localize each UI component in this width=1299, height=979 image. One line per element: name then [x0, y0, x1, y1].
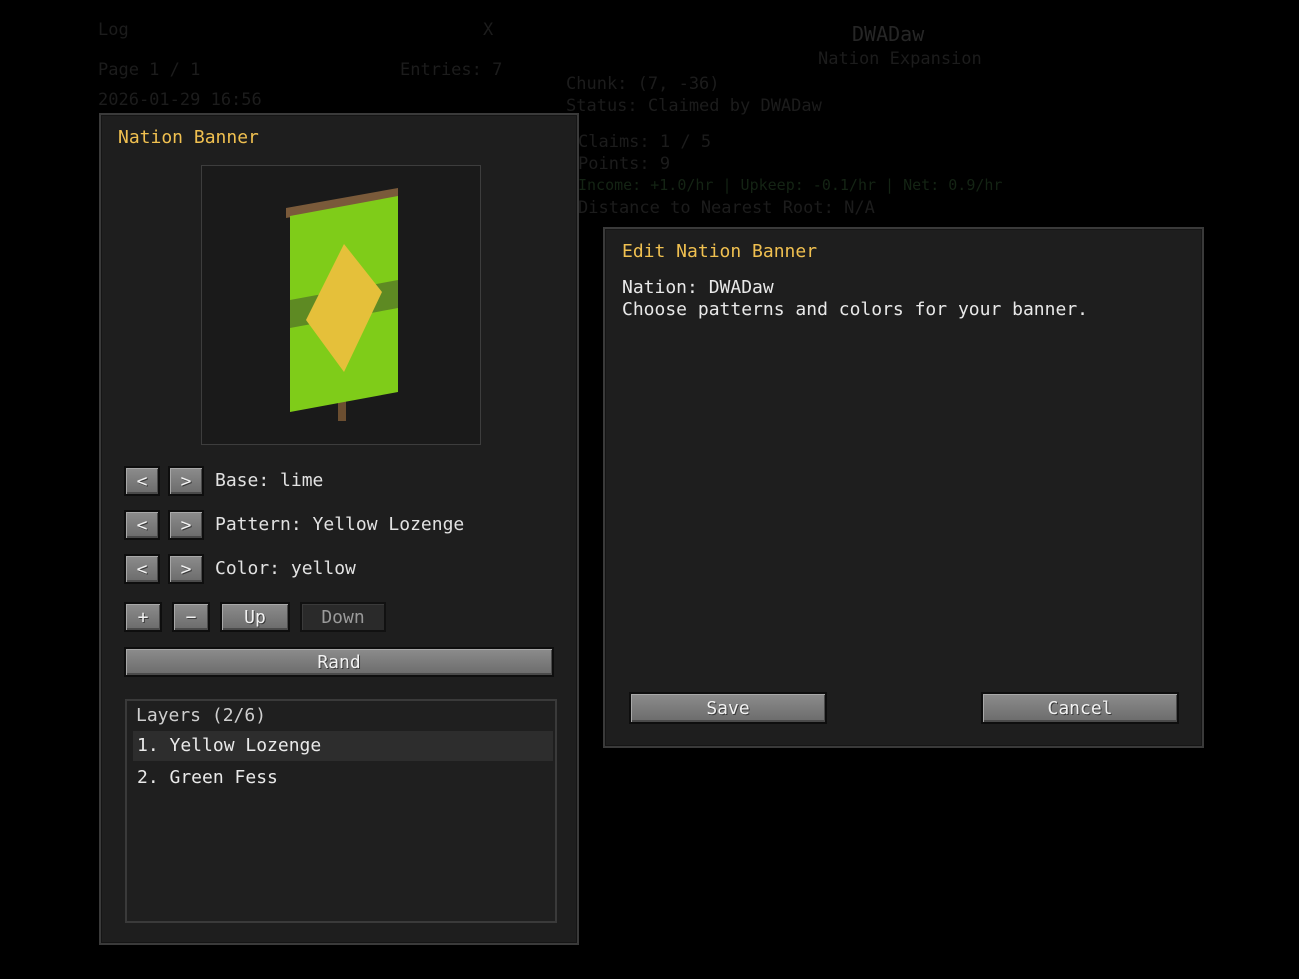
remove-layer-button[interactable]: −	[172, 602, 210, 632]
move-down-button[interactable]: Down	[300, 602, 386, 632]
base-next-button[interactable]: >	[168, 466, 204, 496]
claims-info: Claims: 1 / 5	[578, 132, 712, 152]
log-close-icon: X	[483, 20, 494, 40]
layer-item-label: 1. Yellow Lozenge	[137, 735, 322, 756]
income-info: Income: +1.0/hr | Upkeep: -0.1/hr | Net:…	[578, 176, 1003, 194]
nation-subtitle: Nation Expansion	[818, 49, 982, 69]
layer-item-label: 2. Green Fess	[137, 767, 278, 788]
pattern-prev-button[interactable]: <	[124, 510, 160, 540]
distance-info: Distance to Nearest Root: N/A	[578, 198, 875, 218]
cancel-button[interactable]: Cancel	[981, 692, 1179, 724]
randomize-button[interactable]: Rand	[124, 647, 554, 677]
base-label: Base: lime	[215, 470, 324, 491]
dialog-title: Edit Nation Banner	[622, 241, 818, 262]
log-entries: Entries: 7	[400, 60, 503, 80]
pattern-label: Pattern: Yellow Lozenge	[215, 514, 465, 535]
add-layer-button[interactable]: +	[124, 602, 162, 632]
move-up-button[interactable]: Up	[220, 602, 290, 632]
color-next-button[interactable]: >	[168, 554, 204, 584]
layers-list: Layers (2/6) 1. Yellow Lozenge 2. Green …	[125, 699, 557, 923]
color-prev-button[interactable]: <	[124, 554, 160, 584]
layer-item[interactable]: 2. Green Fess	[133, 763, 553, 793]
base-prev-button[interactable]: <	[124, 466, 160, 496]
layer-item[interactable]: 1. Yellow Lozenge	[133, 731, 553, 761]
points-info: Points: 9	[578, 154, 671, 174]
pattern-next-button[interactable]: >	[168, 510, 204, 540]
save-button[interactable]: Save	[629, 692, 827, 724]
log-title: Log	[98, 20, 129, 40]
log-date: 2026-01-29 16:56	[98, 90, 262, 110]
nation-name: DWADaw	[852, 22, 925, 46]
banner-preview	[201, 165, 481, 445]
edit-banner-dialog: Edit Nation Banner Nation: DWADaw Choose…	[603, 227, 1204, 748]
log-page: Page 1 / 1	[98, 60, 201, 80]
chunk-info: Chunk: (7, -36)	[566, 74, 720, 94]
color-label: Color: yellow	[215, 558, 356, 579]
dialog-instruction: Choose patterns and colors for your bann…	[622, 299, 1088, 320]
nation-banner-panel: Nation Banner < > Base: lime < > Pattern…	[99, 113, 579, 945]
layers-header: Layers (2/6)	[136, 705, 267, 726]
chunk-status: Status: Claimed by DWADaw	[566, 96, 822, 116]
dialog-nation-line: Nation: DWADaw	[622, 277, 774, 298]
banner-image	[286, 188, 398, 421]
banner-panel-title: Nation Banner	[118, 127, 259, 148]
